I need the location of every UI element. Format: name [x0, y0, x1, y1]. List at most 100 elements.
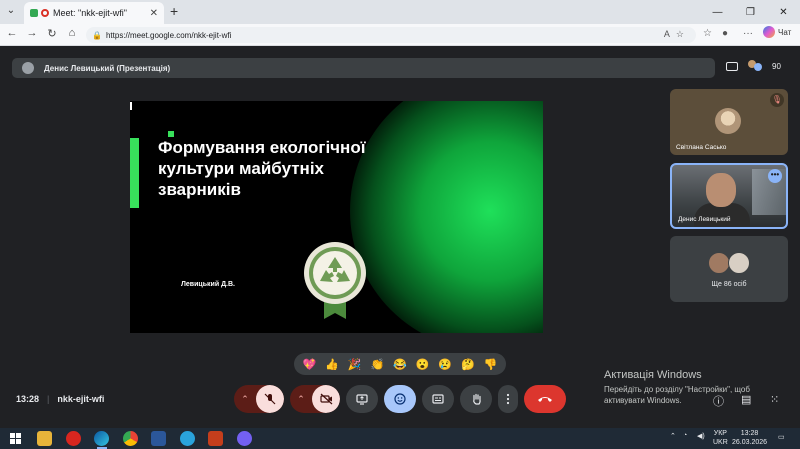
slide-accent-bar	[130, 138, 139, 208]
tab-list-chevron-icon[interactable]: ⌄	[4, 5, 18, 19]
taskbar-clock[interactable]: 13:28 26.03.2026	[732, 429, 767, 447]
slide-title-line3: зварників	[158, 180, 241, 199]
viber-icon[interactable]	[237, 431, 252, 446]
powerpoint-icon[interactable]	[208, 431, 223, 446]
leave-call-button[interactable]	[524, 385, 566, 413]
camera-control-group: ⌃	[290, 385, 340, 413]
reaction-heart[interactable]: 💖	[302, 358, 316, 371]
reaction-laugh[interactable]: 😂	[393, 358, 407, 371]
captions-button[interactable]	[422, 385, 454, 413]
opera-icon[interactable]	[66, 431, 81, 446]
edge-icon[interactable]	[94, 431, 109, 446]
activities-grid-icon[interactable]: ⁙	[770, 393, 779, 406]
browser-tab-meet[interactable]: Meet: "nkk-ejit-wfi" ✕	[24, 2, 164, 24]
presentation-screen-icon[interactable]	[726, 61, 738, 71]
address-toolbar: ← → ↻ ⌂ 🔒 https://meet.google.com/nkk-ej…	[0, 24, 800, 46]
lock-icon: 🔒	[92, 30, 102, 40]
present-screen-button[interactable]	[346, 385, 378, 413]
new-tab-button[interactable]: +	[170, 3, 178, 19]
participants-icon[interactable]	[748, 60, 762, 72]
avatar	[708, 252, 730, 274]
mic-off-icon	[264, 393, 276, 405]
mic-options-chevron-icon[interactable]: ⌃	[234, 385, 256, 413]
more-vert-icon	[506, 393, 510, 405]
language-indicator[interactable]: УКР UKR	[713, 429, 728, 447]
minimize-icon[interactable]: —	[701, 0, 734, 24]
raise-hand-button[interactable]	[460, 385, 492, 413]
forward-arrow-icon[interactable]: →	[24, 27, 40, 39]
slide-green-glow	[350, 101, 543, 333]
meeting-info: 13:28 | nkk-ejit-wfi	[16, 394, 104, 404]
participant-count: 90	[772, 61, 781, 71]
file-explorer-icon[interactable]	[37, 431, 52, 446]
presenter-banner[interactable]: Денис Левицький (Презентація)	[12, 58, 715, 78]
reaction-party[interactable]: 🎉	[348, 358, 362, 371]
tab-close-icon[interactable]: ✕	[150, 8, 158, 19]
meet-stage: Денис Левицький (Презентація) 90 Формува…	[0, 47, 800, 428]
call-controls: ⌃ ⌃	[234, 385, 566, 413]
recycle-badge-icon	[304, 242, 366, 319]
reaction-thinking[interactable]: 🤔	[461, 358, 475, 371]
back-arrow-icon[interactable]: ←	[4, 27, 20, 39]
clock-time: 13:28	[740, 430, 759, 437]
telegram-icon[interactable]	[180, 431, 195, 446]
avatar	[728, 252, 750, 274]
more-options-icon[interactable]: •••	[768, 169, 782, 183]
reactions-bar: 💖 👍 🎉 👏 😂 😮 😢 🤔 👎	[294, 353, 506, 375]
mic-off-button[interactable]	[256, 385, 284, 413]
others-tile[interactable]: Ще 86 осіб	[670, 236, 788, 302]
slide-title-line2: культури майбутніх	[158, 159, 324, 178]
copilot-label: Чат	[778, 27, 792, 37]
reaction-clap[interactable]: 👏	[370, 358, 384, 371]
meeting-details-icon[interactable]: ⓘ	[713, 393, 724, 409]
url-actions-icons[interactable]: A☆	[664, 29, 690, 40]
participant-name: Світлана Сасько	[676, 144, 727, 151]
camera-off-button[interactable]	[312, 385, 340, 413]
notifications-icon[interactable]: ▭	[778, 433, 785, 441]
reaction-thumbs-up[interactable]: 👍	[325, 358, 339, 371]
copilot-icon	[763, 26, 775, 38]
participant-name: Денис Левицький	[678, 216, 731, 223]
chrome-icon[interactable]	[123, 431, 138, 446]
word-icon[interactable]	[151, 431, 166, 446]
more-menu-icon[interactable]: ···	[743, 28, 753, 39]
participant-tile[interactable]: 🎙 Світлана Сасько	[670, 89, 788, 155]
slide-mark	[130, 102, 132, 110]
clock-date: 26.03.2026	[732, 439, 768, 446]
raise-hand-icon	[472, 393, 481, 405]
start-windows-icon[interactable]	[8, 431, 23, 446]
emoji-icon	[394, 393, 406, 405]
close-window-icon[interactable]: ✕	[767, 0, 800, 24]
meeting-code: nkk-ejit-wfi	[57, 394, 105, 404]
tray-chevron-icon[interactable]: ⌃	[670, 432, 676, 440]
home-icon[interactable]: ⌂	[64, 27, 80, 39]
window-controls: — ❐ ✕	[701, 0, 800, 24]
camera-off-icon	[319, 393, 332, 405]
mic-off-icon: 🎙	[770, 93, 784, 107]
presenter-avatar	[22, 62, 34, 74]
chat-icon[interactable]: ▤	[741, 393, 751, 406]
copilot-button[interactable]: Чат	[763, 26, 791, 38]
more-options-button[interactable]	[498, 385, 518, 413]
meet-favicon-icon	[30, 9, 38, 17]
reactions-button[interactable]	[384, 385, 416, 413]
browser-tab-bar: ⌄ Meet: "nkk-ejit-wfi" ✕ + — ❐ ✕	[0, 0, 800, 24]
participant-tile-self[interactable]: ••• Денис Левицький	[670, 163, 788, 229]
language-top: УКР	[713, 430, 727, 437]
separator: |	[47, 394, 50, 404]
reaction-sad[interactable]: 😢	[438, 358, 452, 371]
mic-control-group: ⌃	[234, 385, 284, 413]
restore-icon[interactable]: ❐	[734, 0, 767, 24]
reaction-surprised[interactable]: 😮	[416, 358, 430, 371]
slide-author: Левицький Д.В.	[181, 281, 236, 288]
reaction-thumbs-down[interactable]: 👎	[484, 358, 498, 371]
refresh-icon[interactable]: ↻	[44, 27, 60, 40]
volume-icon[interactable]: ◀)	[697, 432, 705, 440]
recording-indicator-icon	[41, 9, 49, 17]
url-field[interactable]: 🔒 https://meet.google.com/nkk-ejit-wfi A…	[86, 27, 696, 43]
top-right-controls: 90	[726, 60, 781, 72]
favorites-icon[interactable]: ☆	[703, 28, 712, 39]
camera-options-chevron-icon[interactable]: ⌃	[290, 385, 312, 413]
profile-icon[interactable]: ●	[722, 28, 728, 39]
network-icon[interactable]: ◔	[683, 432, 687, 439]
